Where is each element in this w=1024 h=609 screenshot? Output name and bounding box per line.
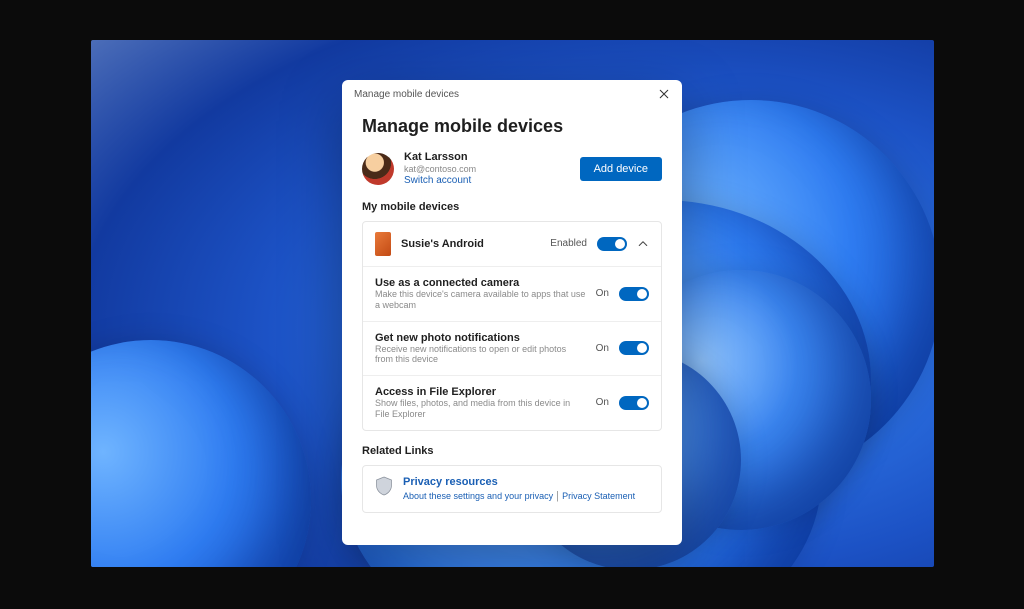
option-title: Use as a connected camera: [375, 277, 586, 289]
option-desc: Make this device's camera available to a…: [375, 289, 586, 311]
page-title: Manage mobile devices: [362, 116, 662, 137]
shield-icon: [375, 476, 393, 496]
option-row-explorer: Access in File Explorer Show files, phot…: [363, 375, 661, 430]
close-icon[interactable]: [658, 88, 670, 100]
device-state-label: Enabled: [550, 238, 587, 249]
option-title: Get new photo notifications: [375, 332, 586, 344]
device-header-row[interactable]: Susie's Android Enabled: [363, 222, 661, 266]
add-device-button[interactable]: Add device: [580, 157, 662, 181]
option-state: On: [596, 288, 609, 299]
user-name: Kat Larsson: [404, 151, 570, 164]
option-desc: Show files, photos, and media from this …: [375, 398, 586, 420]
related-links-card: Privacy resources About these settings a…: [362, 465, 662, 513]
option-title: Access in File Explorer: [375, 386, 586, 398]
settings-dialog: Manage mobile devices Manage mobile devi…: [342, 80, 682, 545]
device-card: Susie's Android Enabled Use as a connect…: [362, 221, 662, 431]
option-row-photos: Get new photo notifications Receive new …: [363, 321, 661, 376]
explorer-toggle[interactable]: [619, 396, 649, 410]
chevron-up-icon[interactable]: [637, 238, 649, 250]
device-name: Susie's Android: [401, 238, 540, 250]
switch-account-link[interactable]: Switch account: [404, 175, 570, 187]
section-label-devices: My mobile devices: [362, 201, 662, 213]
link-divider: |: [553, 490, 562, 502]
device-enabled-toggle[interactable]: [597, 237, 627, 251]
privacy-row: Privacy resources About these settings a…: [363, 466, 661, 512]
avatar: [362, 153, 394, 185]
window-title: Manage mobile devices: [354, 89, 459, 100]
privacy-link-statement[interactable]: Privacy Statement: [562, 491, 635, 501]
option-row-camera: Use as a connected camera Make this devi…: [363, 266, 661, 321]
option-desc: Receive new notifications to open or edi…: [375, 344, 586, 366]
user-row: Kat Larsson kat@contoso.com Switch accou…: [362, 151, 662, 187]
device-thumb-icon: [375, 232, 391, 256]
section-label-links: Related Links: [362, 445, 662, 457]
camera-toggle[interactable]: [619, 287, 649, 301]
titlebar: Manage mobile devices: [342, 80, 682, 108]
user-email: kat@contoso.com: [404, 164, 570, 175]
privacy-link-about[interactable]: About these settings and your privacy: [403, 491, 553, 501]
option-state: On: [596, 343, 609, 354]
privacy-title[interactable]: Privacy resources: [403, 476, 635, 488]
desktop-frame: Manage mobile devices Manage mobile devi…: [91, 40, 934, 567]
option-state: On: [596, 397, 609, 408]
photos-toggle[interactable]: [619, 341, 649, 355]
